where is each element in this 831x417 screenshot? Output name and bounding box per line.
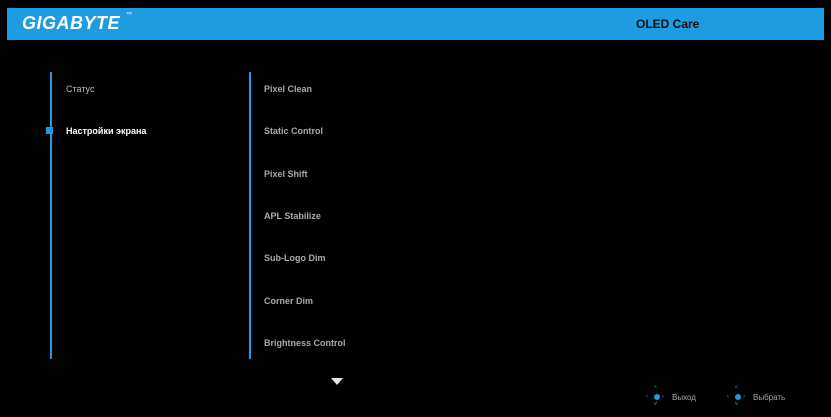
sub-item-pixel-clean[interactable]: Pixel Clean — [264, 84, 312, 94]
left-menu-rail — [50, 72, 52, 359]
section-title: OLED Care — [636, 17, 700, 31]
sub-item-apl-stabilize[interactable]: APL Stabilize — [264, 211, 321, 221]
selection-marker — [46, 127, 53, 134]
header-bar: GIGABYTE ™ OLED Care — [7, 8, 824, 40]
hint-select: ^ ‹ › v Выбрать — [727, 386, 786, 407]
hint-exit-label: Выход — [672, 392, 696, 402]
joystick-icon: ^ ‹ › v — [646, 386, 664, 407]
down-arrow-icon[interactable] — [331, 378, 343, 385]
sub-menu-rail — [249, 72, 251, 359]
hint-select-label: Выбрать — [753, 392, 786, 402]
osd-menu: GIGABYTE ™ OLED Care Статус Настройки эк… — [0, 0, 831, 417]
sub-item-pixel-shift[interactable]: Pixel Shift — [264, 169, 308, 179]
sub-item-corner-dim[interactable]: Corner Dim — [264, 296, 313, 306]
sub-item-sub-logo-dim[interactable]: Sub-Logo Dim — [264, 253, 326, 263]
joystick-icon: ^ ‹ › v — [727, 386, 745, 407]
sub-item-static-control[interactable]: Static Control — [264, 126, 323, 136]
sub-item-brightness-control[interactable]: Brightness Control — [264, 338, 346, 348]
menu-item-display-settings[interactable]: Настройки экрана — [66, 126, 146, 136]
hint-exit: ^ ‹ › v Выход — [646, 386, 696, 407]
menu-item-status[interactable]: Статус — [66, 84, 94, 94]
